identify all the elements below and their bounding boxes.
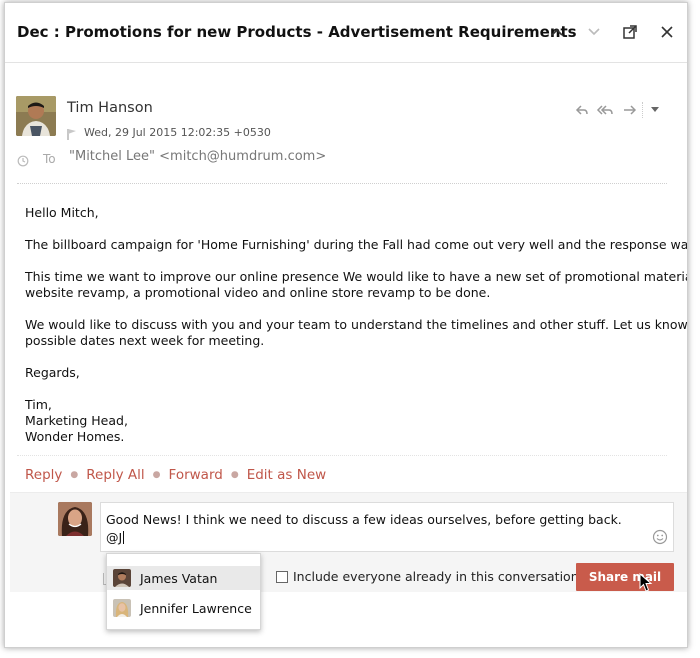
reply-all-icon[interactable] — [596, 102, 614, 118]
mail-header: Dec : Promotions for new Products - Adve… — [5, 3, 687, 63]
sender-name[interactable]: Tim Hanson — [67, 100, 153, 116]
share-mail-button[interactable]: Share mail — [576, 563, 674, 591]
mention-name: Jennifer Lawrence — [140, 600, 252, 616]
mail-subject: Dec : Promotions for new Products - Adve… — [17, 23, 577, 41]
chevron-up-icon[interactable] — [546, 21, 568, 43]
user-avatar — [58, 502, 92, 536]
mention-option[interactable]: James Vatan — [107, 566, 260, 590]
mention-name: James Vatan — [140, 570, 218, 586]
reply-actions: Reply ● Reply All ● Forward ● Edit as New — [25, 467, 326, 483]
body-greeting: Hello Mitch, — [25, 205, 99, 220]
close-icon[interactable] — [656, 21, 678, 43]
action-separator — [642, 102, 643, 118]
forward-link[interactable]: Forward — [169, 467, 223, 483]
caret-down-icon[interactable] — [646, 102, 664, 118]
mention-option[interactable]: Jennifer Lawrence — [107, 596, 260, 620]
reply-link[interactable]: Reply — [25, 467, 62, 483]
body-signature: Tim, Marketing Head, Wonder Homes. — [25, 397, 128, 444]
mention-avatar — [113, 599, 131, 617]
header-divider — [17, 183, 667, 184]
chevron-down-icon[interactable] — [583, 21, 605, 43]
mention-avatar — [113, 569, 131, 587]
edit-as-new-link[interactable]: Edit as New — [247, 467, 326, 483]
mention-dropdown: James Vatan Jennifer Lawrence — [106, 553, 261, 630]
separator-dot: ● — [152, 470, 161, 480]
forward-icon[interactable] — [621, 102, 639, 118]
comment-text[interactable]: Good News! I think we need to discuss a … — [106, 511, 622, 547]
smiley-icon[interactable] — [652, 529, 668, 545]
body-divider — [17, 455, 667, 456]
reply-icon[interactable] — [573, 102, 591, 118]
include-everyone-option[interactable]: Include everyone already in this convers… — [276, 569, 579, 584]
recipient-icon — [17, 152, 29, 167]
text-caret — [123, 531, 125, 544]
to-label: To — [43, 152, 56, 166]
flag-icon[interactable] — [66, 125, 78, 140]
message-date: Wed, 29 Jul 2015 12:02:35 +0530 — [84, 126, 271, 139]
body-regards: Regards, — [25, 365, 80, 380]
recipient-address[interactable]: "Mitchel Lee" <mitch@humdrum.com> — [69, 149, 326, 164]
include-everyone-checkbox[interactable] — [276, 570, 288, 583]
mail-window: Dec : Promotions for new Products - Adve… — [4, 2, 688, 648]
reply-all-link[interactable]: Reply All — [86, 467, 144, 483]
message-body: Hello Mitch, The billboard campaign for … — [25, 205, 688, 445]
separator-dot: ● — [70, 470, 79, 480]
separator-dot: ● — [230, 470, 239, 480]
body-paragraph: We would like to discuss with you and yo… — [25, 317, 688, 348]
popout-icon[interactable] — [619, 21, 641, 43]
include-everyone-label: Include everyone already in this convers… — [293, 569, 579, 584]
body-paragraph: The billboard campaign for 'Home Furnish… — [25, 237, 688, 252]
sender-avatar — [16, 96, 56, 136]
body-paragraph: This time we want to improve our online … — [25, 269, 687, 300]
